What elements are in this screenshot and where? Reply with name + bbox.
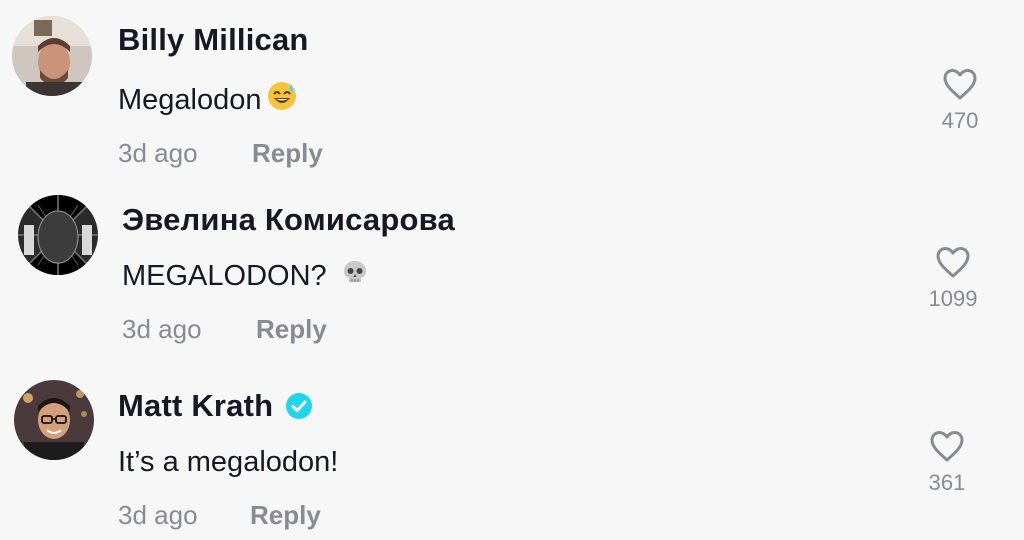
sweat-smile-emoji-icon xyxy=(266,80,298,120)
comment-item: Эвелина Комисарова MEGALODON? 3d ago Rep… xyxy=(0,178,1024,358)
like-button[interactable]: 1099 xyxy=(918,246,988,312)
comment-body: MEGALODON? xyxy=(122,259,327,292)
comment-timestamp: 3d ago xyxy=(118,138,198,168)
like-count: 1099 xyxy=(928,286,978,311)
heart-icon xyxy=(930,431,964,462)
like-button[interactable]: 470 xyxy=(925,68,995,134)
username-text[interactable]: Matt Krath xyxy=(118,388,273,424)
avatar[interactable] xyxy=(18,195,98,275)
reply-button[interactable]: Reply xyxy=(256,314,327,345)
reply-button[interactable]: Reply xyxy=(252,138,323,169)
verified-badge-icon xyxy=(285,392,313,420)
reply-button[interactable]: Reply xyxy=(250,500,321,531)
comment-username[interactable]: Эвелина Комисарова xyxy=(122,202,455,238)
comment-text: Megalodon xyxy=(118,80,298,120)
comment-body: It’s a megalodon! xyxy=(118,446,339,478)
avatar[interactable] xyxy=(12,16,92,96)
like-count: 470 xyxy=(941,108,979,133)
avatar-image xyxy=(12,16,92,96)
comment-item: Matt Krath It’s a megalodon! 3d ago Repl… xyxy=(0,360,1024,540)
comment-text: It’s a megalodon! xyxy=(118,446,338,479)
comment-username[interactable]: Billy Millican xyxy=(118,22,309,58)
comment-body: Megalodon xyxy=(118,83,262,116)
heart-icon xyxy=(936,247,970,278)
comment-username[interactable]: Matt Krath xyxy=(118,388,313,424)
avatar[interactable] xyxy=(14,380,94,460)
heart-icon xyxy=(943,69,977,100)
avatar-image xyxy=(14,380,94,460)
avatar-image xyxy=(18,195,98,275)
like-count: 361 xyxy=(928,470,966,495)
comment-text: MEGALODON? xyxy=(122,258,369,294)
comment-timestamp: 3d ago xyxy=(122,314,202,344)
username-text[interactable]: Эвелина Комисарова xyxy=(122,202,455,238)
skull-emoji-icon xyxy=(341,258,369,294)
comment-timestamp: 3d ago xyxy=(118,500,198,530)
comment-item: Billy Millican Megalodon 3d ago Reply 47… xyxy=(0,0,1024,180)
username-text[interactable]: Billy Millican xyxy=(118,22,309,58)
like-button[interactable]: 361 xyxy=(912,430,982,496)
